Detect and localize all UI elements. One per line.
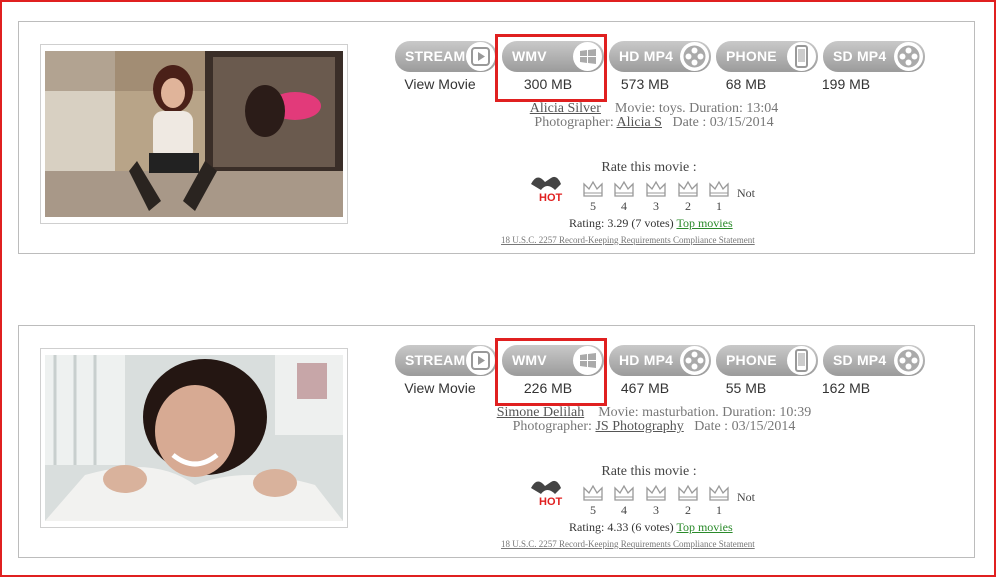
- thumbnail-frame: [40, 44, 348, 224]
- photographer-label: Photographer:: [512, 419, 592, 434]
- hd-mp4-button-label: HD MP4: [619, 48, 674, 64]
- film-reel-icon: [680, 42, 709, 71]
- rating-number: 2: [685, 503, 691, 517]
- rating-number: 3: [653, 199, 659, 213]
- model-link[interactable]: Simone Delilah: [497, 405, 585, 420]
- compliance-statement-link[interactable]: 18 U.S.C. 2257 Record-Keeping Requiremen…: [501, 539, 755, 549]
- crown-rate-5-icon[interactable]: [582, 483, 604, 503]
- movie-date: Date : 03/15/2014: [672, 115, 774, 130]
- rate-title: Rate this movie :: [601, 160, 697, 175]
- phone-icon: [787, 346, 816, 375]
- wmv-highlight-box: [495, 338, 607, 406]
- rate-title: Rate this movie :: [601, 464, 697, 479]
- crown-rate-4-icon[interactable]: [613, 179, 635, 199]
- rating-text: Rating: 4.33 (6 votes): [569, 520, 674, 534]
- phone-button-label: PHONE: [726, 48, 777, 64]
- hot-icon[interactable]: HOT: [527, 170, 571, 204]
- rating-summary: Rating: 3.29 (7 votes) Top movies: [569, 216, 733, 231]
- photographer-label: Photographer:: [534, 115, 614, 130]
- rating-number: 5: [590, 199, 596, 213]
- movie-card: STREAM WMV HD MP4 PHONE SD MP4 View Movi…: [18, 21, 975, 254]
- crown-rate-5-icon[interactable]: [582, 179, 604, 199]
- rating-number: 2: [685, 199, 691, 213]
- play-icon: [466, 346, 495, 375]
- rating-number: 4: [621, 503, 627, 517]
- movie-description: Movie: toys. Duration: 13:04: [614, 101, 779, 116]
- crown-rate-4-icon[interactable]: [613, 483, 635, 503]
- sd-mp4-button-label: SD MP4: [833, 352, 887, 368]
- sd-mp4-button[interactable]: SD MP4: [823, 345, 925, 376]
- rating-number: 3: [653, 503, 659, 517]
- rating-summary: Rating: 4.33 (6 votes) Top movies: [569, 520, 733, 535]
- rating-number: 4: [621, 199, 627, 213]
- sd-mp4-size: 199 MB: [821, 76, 871, 92]
- crown-rate-3-icon[interactable]: [645, 179, 667, 199]
- hd-mp4-button-label: HD MP4: [619, 352, 674, 368]
- view-movie-link[interactable]: View Movie: [389, 76, 491, 92]
- thumbnail-frame: [40, 348, 348, 528]
- film-reel-icon: [680, 346, 709, 375]
- film-reel-icon: [894, 346, 923, 375]
- movie-thumbnail[interactable]: [45, 355, 343, 521]
- rating-number: 1: [716, 199, 722, 213]
- phone-icon: [787, 42, 816, 71]
- movie-card: STREAM WMV HD MP4 PHONE SD MP4 View Movi…: [18, 325, 975, 558]
- hot-label: HOT: [539, 192, 563, 204]
- rating-text: Rating: 3.29 (7 votes): [569, 216, 674, 230]
- hd-mp4-button[interactable]: HD MP4: [609, 345, 711, 376]
- sd-mp4-button[interactable]: SD MP4: [823, 41, 925, 72]
- hd-mp4-button[interactable]: HD MP4: [609, 41, 711, 72]
- play-icon: [466, 42, 495, 71]
- film-reel-icon: [894, 42, 923, 71]
- top-movies-link[interactable]: Top movies: [676, 520, 732, 534]
- top-movies-link[interactable]: Top movies: [676, 216, 732, 230]
- compliance-statement-link[interactable]: 18 U.S.C. 2257 Record-Keeping Requiremen…: [501, 235, 755, 245]
- movie-thumbnail[interactable]: [45, 51, 343, 217]
- photographer-line: Photographer: JS Photography Date : 03/1…: [399, 419, 909, 435]
- wmv-highlight-box: [495, 34, 607, 102]
- sd-mp4-size: 162 MB: [821, 380, 871, 396]
- sd-mp4-button-label: SD MP4: [833, 48, 887, 64]
- crown-rate-1-icon[interactable]: [708, 179, 730, 199]
- hot-icon[interactable]: HOT: [527, 474, 571, 508]
- crown-rate-2-icon[interactable]: [677, 179, 699, 199]
- hd-mp4-size: 467 MB: [620, 380, 670, 396]
- crown-rate-2-icon[interactable]: [677, 483, 699, 503]
- rating-number: 1: [716, 503, 722, 517]
- stream-button[interactable]: STREAM: [395, 345, 497, 376]
- photographer-link[interactable]: JS Photography: [595, 419, 683, 434]
- crown-rate-1-icon[interactable]: [708, 483, 730, 503]
- phone-button[interactable]: PHONE: [716, 41, 818, 72]
- stream-button-label: STREAM: [405, 352, 466, 368]
- phone-button-label: PHONE: [726, 352, 777, 368]
- not-label: Not: [737, 186, 755, 200]
- model-link[interactable]: Alicia Silver: [530, 101, 601, 116]
- phone-size: 68 MB: [725, 76, 767, 92]
- crown-rate-3-icon[interactable]: [645, 483, 667, 503]
- not-label: Not: [737, 490, 755, 504]
- phone-button[interactable]: PHONE: [716, 345, 818, 376]
- rating-number: 5: [590, 503, 596, 517]
- hot-label: HOT: [539, 496, 563, 508]
- hd-mp4-size: 573 MB: [620, 76, 670, 92]
- movie-description: Movie: masturbation. Duration: 10:39: [598, 405, 812, 420]
- view-movie-link[interactable]: View Movie: [389, 380, 491, 396]
- movie-date: Date : 03/15/2014: [694, 419, 796, 434]
- stream-button-label: STREAM: [405, 48, 466, 64]
- phone-size: 55 MB: [725, 380, 767, 396]
- photographer-line: Photographer: Alicia S Date : 03/15/2014: [399, 115, 909, 131]
- stream-button[interactable]: STREAM: [395, 41, 497, 72]
- photographer-link[interactable]: Alicia S: [616, 115, 662, 130]
